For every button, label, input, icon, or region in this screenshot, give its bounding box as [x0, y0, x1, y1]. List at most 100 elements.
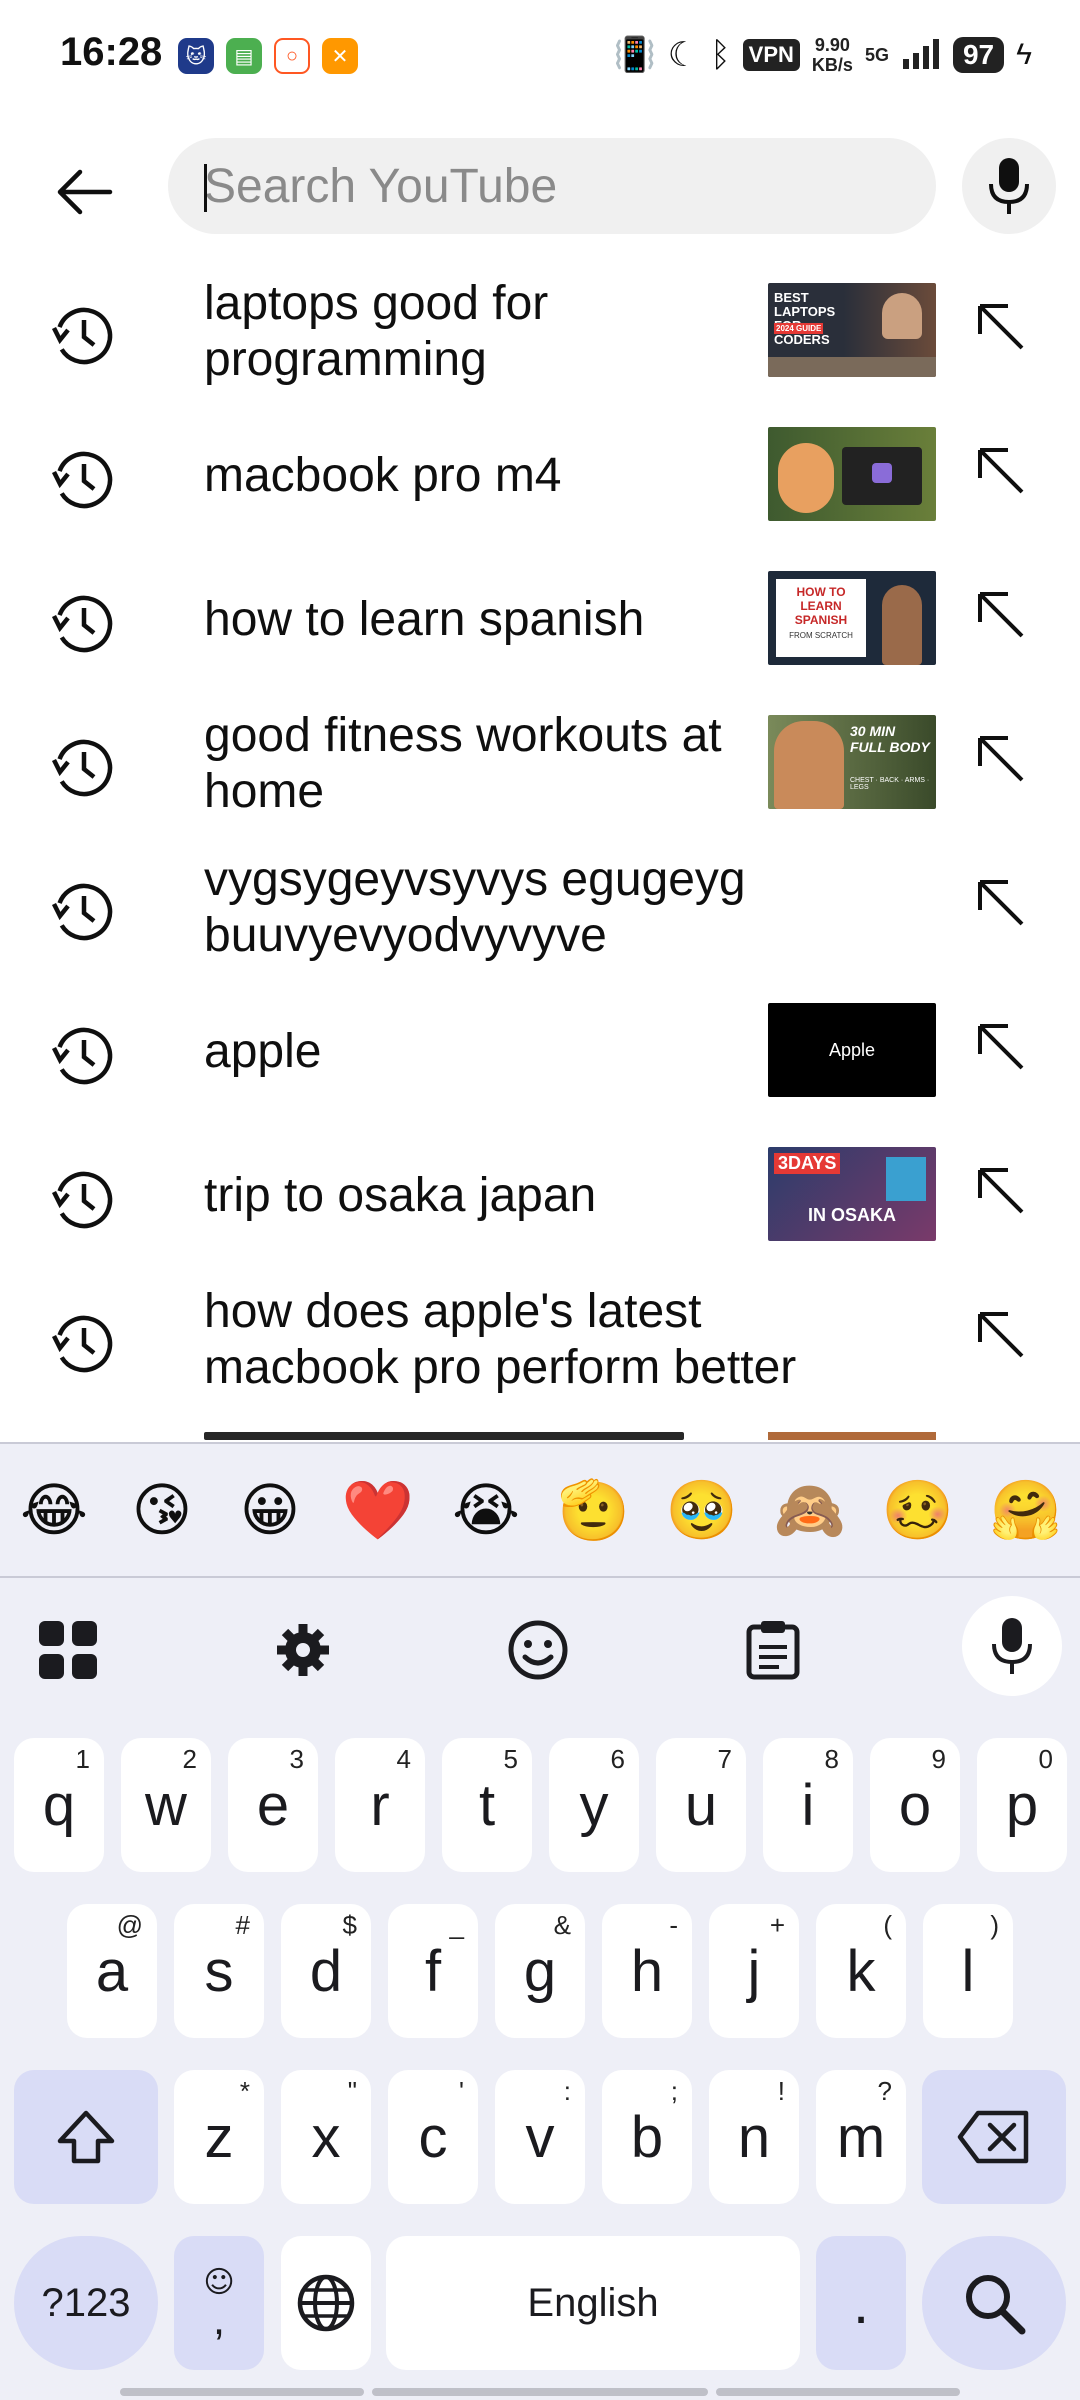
back-arrow-icon: [57, 169, 113, 215]
key-d[interactable]: d $: [281, 1904, 371, 2038]
emoji-key[interactable]: 🙈: [765, 1476, 855, 1545]
fill-query-arrow-icon[interactable]: [972, 1018, 1032, 1078]
vpn-badge: VPN: [742, 39, 800, 71]
emoji-key[interactable]: 😭: [441, 1476, 531, 1544]
key-l[interactable]: l): [923, 1904, 1013, 2038]
key-c[interactable]: c ': [388, 2070, 478, 2204]
key-b[interactable]: b;: [602, 2070, 692, 2204]
sheet-app-icon: ▤: [226, 38, 262, 74]
suggestion-row[interactable]: how does apple's latest macbook pro perf…: [0, 1268, 1080, 1412]
suggestion-text: how does apple's latest macbook pro perf…: [204, 1285, 797, 1394]
history-icon: [51, 595, 113, 653]
clipboard-button[interactable]: [733, 1610, 813, 1690]
key-h[interactable]: h-: [602, 1904, 692, 2038]
period-key[interactable]: .: [816, 2236, 906, 2370]
search-input[interactable]: [204, 138, 904, 234]
partial-next-row: [0, 1432, 1080, 1440]
history-icon: [51, 1027, 113, 1085]
key-k[interactable]: k(: [816, 1904, 906, 2038]
language-key[interactable]: [281, 2236, 371, 2370]
microphone-icon: [992, 1618, 1032, 1674]
fill-query-arrow-icon[interactable]: [972, 874, 1032, 934]
suggestion-row[interactable]: trip to osaka japan 3DAYS IN OSAKA: [0, 1124, 1080, 1268]
key-t[interactable]: t5: [442, 1738, 532, 1872]
backspace-key[interactable]: [922, 2070, 1066, 2204]
fill-query-arrow-icon[interactable]: [972, 1306, 1032, 1366]
backspace-icon: [957, 2110, 1029, 2164]
key-v[interactable]: v:: [495, 2070, 585, 2204]
suggestion-row[interactable]: laptops good for programming BEST LAPTOP…: [0, 260, 1080, 404]
key-n[interactable]: n!: [709, 2070, 799, 2204]
circle-app-icon: ○: [274, 38, 310, 74]
fill-query-arrow-icon[interactable]: [972, 1162, 1032, 1222]
key-z[interactable]: z *: [174, 2070, 264, 2204]
suggestion-thumbnail: 3DAYS IN OSAKA: [768, 1147, 936, 1241]
keyboard: 😂 😘 😀 ❤️ 😭 🫡 🥹 🙈 🥴 🤗 q1 w2 e3 r4 t5 y6 u…: [0, 1442, 1080, 2400]
fill-query-arrow-icon[interactable]: [972, 442, 1032, 502]
suggestion-text: trip to osaka japan: [204, 1169, 597, 1222]
key-e[interactable]: e3: [228, 1738, 318, 1872]
back-button[interactable]: [44, 152, 124, 232]
key-r[interactable]: r4: [335, 1738, 425, 1872]
search-enter-key[interactable]: [922, 2236, 1066, 2370]
keyboard-voice-button[interactable]: [962, 1596, 1062, 1696]
search-box[interactable]: [168, 138, 936, 234]
key-x[interactable]: x ": [281, 2070, 371, 2204]
suggestion-row[interactable]: good fitness workouts at home 30 MIN FUL…: [0, 692, 1080, 836]
suggestion-row[interactable]: how to learn spanish HOW TO LEARN SPANIS…: [0, 548, 1080, 692]
emoji-key[interactable]: 🤗: [981, 1476, 1071, 1545]
key-u[interactable]: u7: [656, 1738, 746, 1872]
network-type: 5G: [864, 44, 889, 65]
emoji-suggestion-bar: 😂 😘 😀 ❤️ 😭 🫡 🥹 🙈 🥴 🤗: [0, 1444, 1080, 1578]
fill-query-arrow-icon[interactable]: [972, 730, 1032, 790]
emoji-key[interactable]: ❤️: [333, 1476, 423, 1545]
key-q[interactable]: q1: [14, 1738, 104, 1872]
key-g[interactable]: g &: [495, 1904, 585, 2038]
key-a[interactable]: a @: [67, 1904, 157, 2038]
shift-key[interactable]: [14, 2070, 158, 2204]
suggestion-thumbnail: Apple: [768, 1003, 936, 1097]
nav-gesture-bar-segment: [120, 2388, 364, 2396]
emoji-key[interactable]: 😀: [225, 1476, 315, 1544]
nav-gesture-bar-segment: [716, 2388, 960, 2396]
cat-app-icon: 🐱: [178, 38, 214, 74]
suggestion-thumbnail: [768, 427, 936, 521]
keyboard-toolbar: [0, 1580, 1080, 1720]
emoji-comma-key[interactable]: ☺ ,: [174, 2236, 264, 2370]
voice-search-button[interactable]: [962, 138, 1056, 234]
suggestion-row[interactable]: macbook pro m4: [0, 404, 1080, 548]
emoji-key[interactable]: 😂: [9, 1476, 99, 1544]
globe-icon: [297, 2274, 355, 2332]
gear-icon: [277, 1624, 329, 1676]
notification-icons: 🐱 ▤ ○ ✕: [178, 38, 358, 74]
suggestion-row[interactable]: apple Apple: [0, 980, 1080, 1124]
history-icon: [51, 883, 113, 941]
key-p[interactable]: p0: [977, 1738, 1067, 1872]
space-key[interactable]: English: [386, 2236, 800, 2370]
fill-query-arrow-icon[interactable]: [972, 586, 1032, 646]
fill-query-arrow-icon[interactable]: [972, 298, 1032, 358]
settings-button[interactable]: [263, 1610, 343, 1690]
battery-level: 97: [952, 37, 1005, 73]
suggestion-text: vygsygeyvsyvys egugeyg buuvyevyodvyvyve: [204, 853, 746, 962]
emoji-button[interactable]: [498, 1610, 578, 1690]
history-icon: [51, 1315, 113, 1373]
apps-grid-button[interactable]: [28, 1610, 108, 1690]
shift-arrow-icon: [57, 2110, 115, 2164]
bluetooth-icon: ᛒ: [710, 35, 731, 74]
emoji-key[interactable]: 🫡: [549, 1476, 639, 1545]
emoji-key[interactable]: 🥹: [657, 1476, 747, 1545]
key-w[interactable]: w2: [121, 1738, 211, 1872]
key-i[interactable]: i8: [763, 1738, 853, 1872]
suggestion-text: apple: [204, 1025, 322, 1078]
emoji-key[interactable]: 🥴: [873, 1476, 963, 1545]
key-o[interactable]: o9: [870, 1738, 960, 1872]
key-j[interactable]: j +: [709, 1904, 799, 2038]
symbols-key[interactable]: ?123: [14, 2236, 158, 2370]
key-f[interactable]: f _: [388, 1904, 478, 2038]
suggestion-row[interactable]: vygsygeyvsyvys egugeyg buuvyevyodvyvyve: [0, 836, 1080, 980]
key-s[interactable]: s #: [174, 1904, 264, 2038]
key-m[interactable]: m?: [816, 2070, 906, 2204]
key-y[interactable]: y6: [549, 1738, 639, 1872]
emoji-key[interactable]: 😘: [117, 1476, 207, 1544]
